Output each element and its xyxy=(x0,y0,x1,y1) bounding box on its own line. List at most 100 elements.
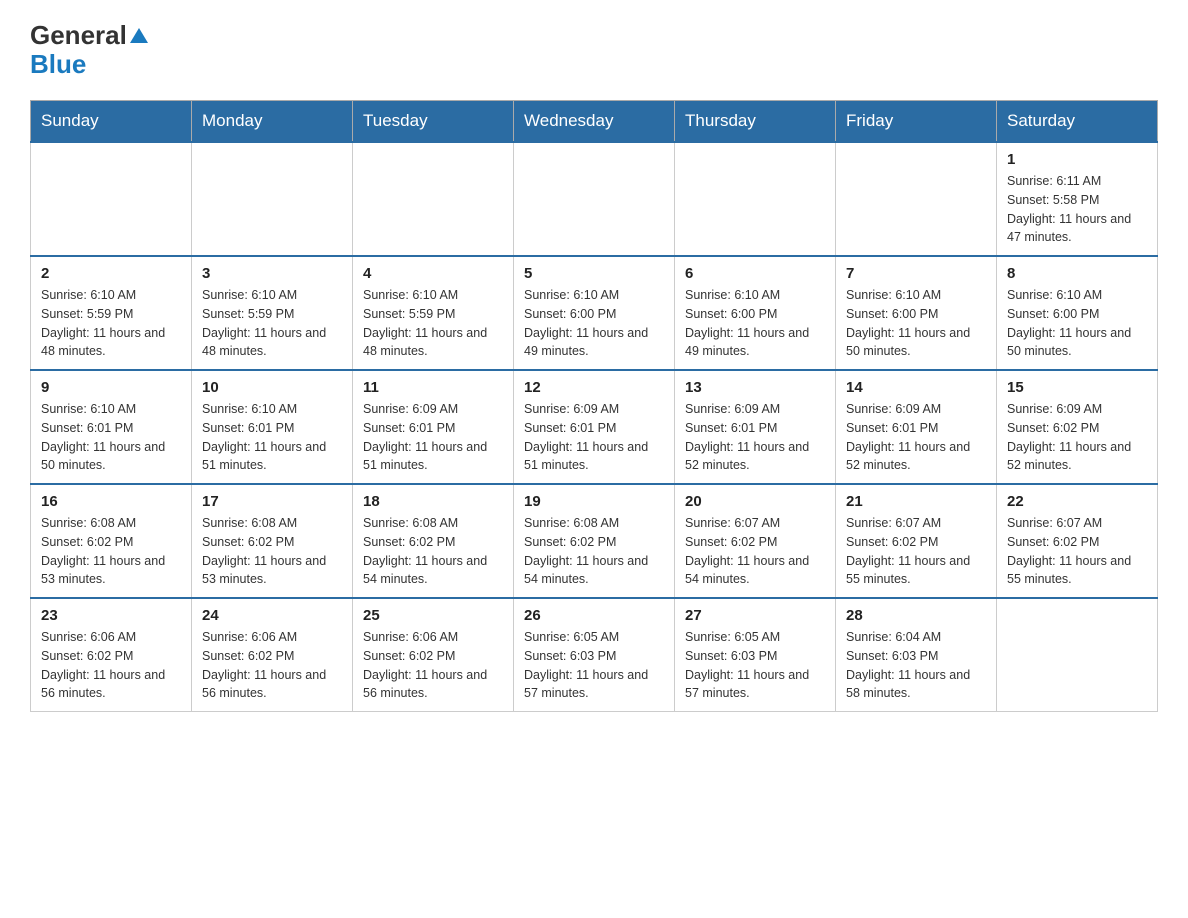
day-info: Sunrise: 6:10 AM Sunset: 5:59 PM Dayligh… xyxy=(202,286,342,361)
day-info: Sunrise: 6:06 AM Sunset: 6:02 PM Dayligh… xyxy=(202,628,342,703)
week-row-1: 1 Sunrise: 6:11 AM Sunset: 5:58 PM Daylig… xyxy=(31,142,1158,256)
day-number: 6 xyxy=(685,265,825,282)
day-number: 3 xyxy=(202,265,342,282)
day-info: Sunrise: 6:09 AM Sunset: 6:01 PM Dayligh… xyxy=(685,400,825,475)
day-number: 17 xyxy=(202,493,342,510)
weekday-header-sunday: Sunday xyxy=(31,101,192,143)
calendar-cell: 11 Sunrise: 6:09 AM Sunset: 6:01 PM Dayli… xyxy=(353,370,514,484)
day-number: 8 xyxy=(1007,265,1147,282)
day-info: Sunrise: 6:04 AM Sunset: 6:03 PM Dayligh… xyxy=(846,628,986,703)
day-number: 13 xyxy=(685,379,825,396)
day-info: Sunrise: 6:07 AM Sunset: 6:02 PM Dayligh… xyxy=(846,514,986,589)
day-info: Sunrise: 6:09 AM Sunset: 6:01 PM Dayligh… xyxy=(846,400,986,475)
week-row-4: 16 Sunrise: 6:08 AM Sunset: 6:02 PM Dayli… xyxy=(31,484,1158,598)
day-info: Sunrise: 6:07 AM Sunset: 6:02 PM Dayligh… xyxy=(1007,514,1147,589)
day-info: Sunrise: 6:10 AM Sunset: 5:59 PM Dayligh… xyxy=(363,286,503,361)
day-number: 16 xyxy=(41,493,181,510)
day-info: Sunrise: 6:08 AM Sunset: 6:02 PM Dayligh… xyxy=(41,514,181,589)
day-number: 9 xyxy=(41,379,181,396)
calendar-cell xyxy=(514,142,675,256)
page-header: General Blue xyxy=(30,20,1158,80)
calendar-cell: 23 Sunrise: 6:06 AM Sunset: 6:02 PM Dayli… xyxy=(31,598,192,712)
day-number: 2 xyxy=(41,265,181,282)
calendar-header-row: SundayMondayTuesdayWednesdayThursdayFrid… xyxy=(31,101,1158,143)
calendar-cell xyxy=(353,142,514,256)
day-number: 20 xyxy=(685,493,825,510)
logo-arrow-icon xyxy=(130,28,148,43)
calendar-cell xyxy=(836,142,997,256)
calendar-cell: 8 Sunrise: 6:10 AM Sunset: 6:00 PM Daylig… xyxy=(997,256,1158,370)
day-info: Sunrise: 6:09 AM Sunset: 6:01 PM Dayligh… xyxy=(524,400,664,475)
day-info: Sunrise: 6:11 AM Sunset: 5:58 PM Dayligh… xyxy=(1007,172,1147,247)
calendar-cell xyxy=(997,598,1158,712)
day-number: 24 xyxy=(202,607,342,624)
calendar-cell xyxy=(192,142,353,256)
day-number: 1 xyxy=(1007,151,1147,168)
calendar-cell: 18Sunrise: 6:08 AM Sunset: 6:02 PM Dayli… xyxy=(353,484,514,598)
day-info: Sunrise: 6:07 AM Sunset: 6:02 PM Dayligh… xyxy=(685,514,825,589)
day-info: Sunrise: 6:10 AM Sunset: 6:00 PM Dayligh… xyxy=(846,286,986,361)
day-number: 26 xyxy=(524,607,664,624)
day-info: Sunrise: 6:10 AM Sunset: 5:59 PM Dayligh… xyxy=(41,286,181,361)
calendar-cell: 2 Sunrise: 6:10 AM Sunset: 5:59 PM Daylig… xyxy=(31,256,192,370)
logo-general-text: General xyxy=(30,20,127,51)
day-info: Sunrise: 6:06 AM Sunset: 6:02 PM Dayligh… xyxy=(41,628,181,703)
day-info: Sunrise: 6:08 AM Sunset: 6:02 PM Dayligh… xyxy=(363,514,503,589)
calendar-cell: 27 Sunrise: 6:05 AM Sunset: 6:03 PM Dayli… xyxy=(675,598,836,712)
day-info: Sunrise: 6:05 AM Sunset: 6:03 PM Dayligh… xyxy=(685,628,825,703)
logo: General Blue xyxy=(30,20,150,80)
day-number: 28 xyxy=(846,607,986,624)
calendar-cell: 5Sunrise: 6:10 AM Sunset: 6:00 PM Daylig… xyxy=(514,256,675,370)
calendar-cell: 6 Sunrise: 6:10 AM Sunset: 6:00 PM Daylig… xyxy=(675,256,836,370)
day-info: Sunrise: 6:10 AM Sunset: 6:00 PM Dayligh… xyxy=(685,286,825,361)
week-row-3: 9 Sunrise: 6:10 AM Sunset: 6:01 PM Daylig… xyxy=(31,370,1158,484)
calendar-cell: 21 Sunrise: 6:07 AM Sunset: 6:02 PM Dayli… xyxy=(836,484,997,598)
day-info: Sunrise: 6:06 AM Sunset: 6:02 PM Dayligh… xyxy=(363,628,503,703)
calendar-cell: 12 Sunrise: 6:09 AM Sunset: 6:01 PM Dayli… xyxy=(514,370,675,484)
day-number: 27 xyxy=(685,607,825,624)
calendar-cell xyxy=(31,142,192,256)
day-number: 25 xyxy=(363,607,503,624)
calendar-cell: 3 Sunrise: 6:10 AM Sunset: 5:59 PM Daylig… xyxy=(192,256,353,370)
day-number: 10 xyxy=(202,379,342,396)
day-number: 21 xyxy=(846,493,986,510)
logo-wordmark: General xyxy=(30,20,150,51)
weekday-header-tuesday: Tuesday xyxy=(353,101,514,143)
calendar-cell xyxy=(675,142,836,256)
day-number: 12 xyxy=(524,379,664,396)
day-number: 23 xyxy=(41,607,181,624)
day-info: Sunrise: 6:08 AM Sunset: 6:02 PM Dayligh… xyxy=(524,514,664,589)
calendar-cell: 20 Sunrise: 6:07 AM Sunset: 6:02 PM Dayli… xyxy=(675,484,836,598)
day-number: 11 xyxy=(363,379,503,396)
weekday-header-friday: Friday xyxy=(836,101,997,143)
calendar-cell: 16 Sunrise: 6:08 AM Sunset: 6:02 PM Dayli… xyxy=(31,484,192,598)
day-number: 15 xyxy=(1007,379,1147,396)
day-number: 14 xyxy=(846,379,986,396)
calendar-cell: 1 Sunrise: 6:11 AM Sunset: 5:58 PM Daylig… xyxy=(997,142,1158,256)
week-row-5: 23 Sunrise: 6:06 AM Sunset: 6:02 PM Dayli… xyxy=(31,598,1158,712)
calendar-cell: 10 Sunrise: 6:10 AM Sunset: 6:01 PM Dayli… xyxy=(192,370,353,484)
calendar-cell: 15Sunrise: 6:09 AM Sunset: 6:02 PM Dayli… xyxy=(997,370,1158,484)
logo-blue-text: Blue xyxy=(30,49,86,80)
calendar-cell: 25 Sunrise: 6:06 AM Sunset: 6:02 PM Dayli… xyxy=(353,598,514,712)
calendar-cell: 24 Sunrise: 6:06 AM Sunset: 6:02 PM Dayli… xyxy=(192,598,353,712)
calendar-cell: 7Sunrise: 6:10 AM Sunset: 6:00 PM Daylig… xyxy=(836,256,997,370)
weekday-header-thursday: Thursday xyxy=(675,101,836,143)
calendar-cell: 26 Sunrise: 6:05 AM Sunset: 6:03 PM Dayli… xyxy=(514,598,675,712)
calendar-cell: 9 Sunrise: 6:10 AM Sunset: 6:01 PM Daylig… xyxy=(31,370,192,484)
day-info: Sunrise: 6:09 AM Sunset: 6:01 PM Dayligh… xyxy=(363,400,503,475)
calendar-cell: 14 Sunrise: 6:09 AM Sunset: 6:01 PM Dayli… xyxy=(836,370,997,484)
day-info: Sunrise: 6:10 AM Sunset: 6:01 PM Dayligh… xyxy=(41,400,181,475)
calendar-table: SundayMondayTuesdayWednesdayThursdayFrid… xyxy=(30,100,1158,712)
calendar-cell: 13 Sunrise: 6:09 AM Sunset: 6:01 PM Dayli… xyxy=(675,370,836,484)
day-info: Sunrise: 6:05 AM Sunset: 6:03 PM Dayligh… xyxy=(524,628,664,703)
day-number: 4 xyxy=(363,265,503,282)
weekday-header-monday: Monday xyxy=(192,101,353,143)
day-info: Sunrise: 6:10 AM Sunset: 6:01 PM Dayligh… xyxy=(202,400,342,475)
week-row-2: 2 Sunrise: 6:10 AM Sunset: 5:59 PM Daylig… xyxy=(31,256,1158,370)
day-number: 5 xyxy=(524,265,664,282)
calendar-cell: 19 Sunrise: 6:08 AM Sunset: 6:02 PM Dayli… xyxy=(514,484,675,598)
day-number: 19 xyxy=(524,493,664,510)
calendar-cell: 28 Sunrise: 6:04 AM Sunset: 6:03 PM Dayli… xyxy=(836,598,997,712)
day-info: Sunrise: 6:10 AM Sunset: 6:00 PM Dayligh… xyxy=(1007,286,1147,361)
